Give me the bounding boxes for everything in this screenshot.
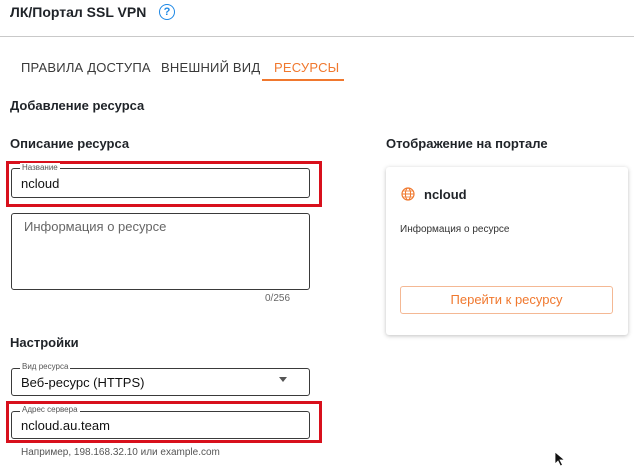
- card-title: ncloud: [424, 187, 467, 202]
- resource-type-label: Вид ресурса: [20, 362, 71, 371]
- resource-description-heading: Описание ресурса: [10, 136, 130, 151]
- resource-info-placeholder: Информация о ресурсе: [24, 219, 167, 234]
- globe-icon: [401, 187, 415, 201]
- tab-resources[interactable]: РЕСУРСЫ: [274, 60, 339, 75]
- active-tab-indicator: [262, 79, 344, 81]
- name-field-label: Название: [20, 163, 60, 172]
- server-address-hint: Например, 198.168.32.10 или example.com: [21, 447, 220, 458]
- server-address-value: ncloud.au.team: [21, 418, 110, 433]
- tab-access-rules[interactable]: ПРАВИЛА ДОСТУПА: [21, 60, 151, 75]
- go-to-resource-button[interactable]: Перейти к ресурсу: [400, 286, 613, 314]
- info-char-counter: 0/256: [265, 293, 291, 304]
- help-circle-icon[interactable]: ?: [159, 4, 175, 20]
- tab-appearance[interactable]: ВНЕШНИЙ ВИД: [161, 60, 260, 75]
- header-divider: [0, 36, 634, 37]
- chevron-down-icon[interactable]: [279, 377, 287, 382]
- add-resource-heading: Добавление ресурса: [10, 98, 145, 113]
- settings-heading: Настройки: [10, 335, 79, 350]
- card-description: Информация о ресурсе: [400, 224, 510, 235]
- page-title: ЛК/Портал SSL VPN: [10, 4, 147, 20]
- portal-preview-heading: Отображение на портале: [386, 136, 548, 151]
- resource-type-value: Веб-ресурс (HTTPS): [21, 375, 145, 390]
- server-address-label: Адрес сервера: [20, 405, 80, 414]
- mouse-cursor-icon: [554, 451, 566, 467]
- name-field-value: ncloud: [21, 176, 60, 191]
